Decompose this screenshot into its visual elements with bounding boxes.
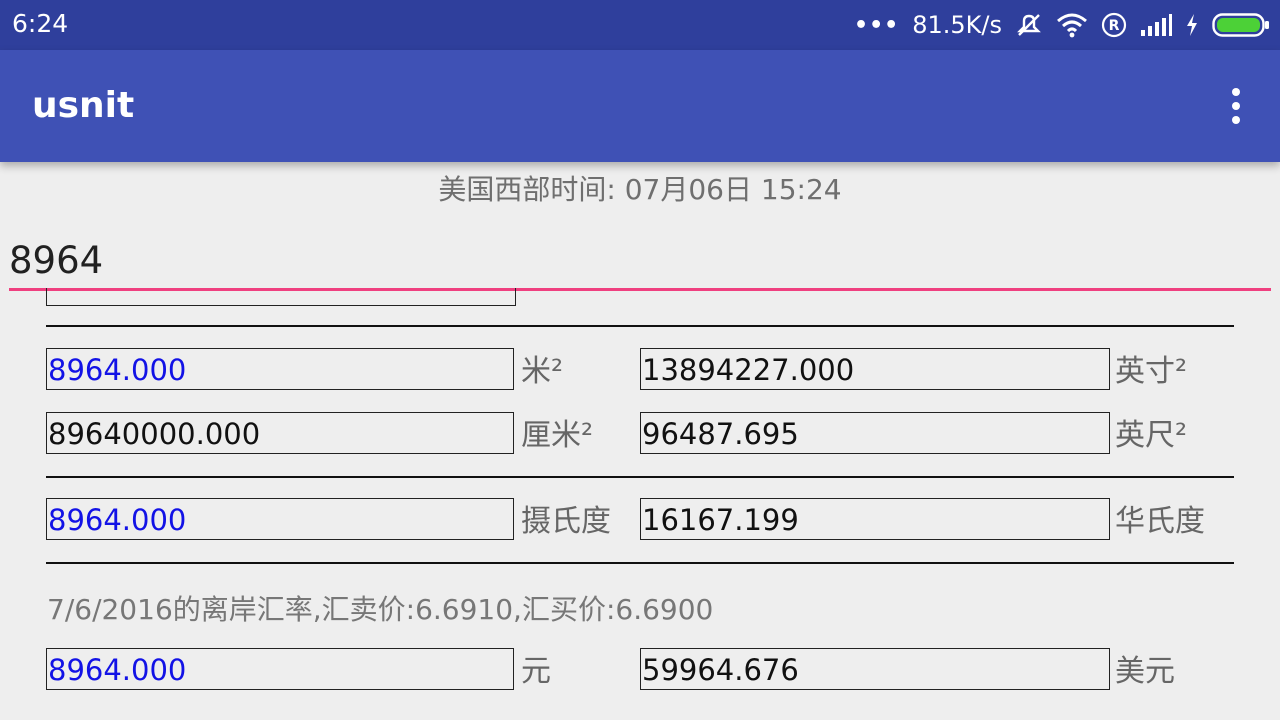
charging-icon [1185,13,1199,37]
area-square-centimeter-field[interactable]: 89640000.000 [46,412,514,454]
yuan-field[interactable]: 8964.000 [46,648,514,690]
overflow-menu-icon[interactable] [1228,88,1244,124]
area-square-foot-field[interactable]: 96487.695 [640,412,1110,454]
network-speed: 81.5K/s [912,11,1002,39]
wifi-icon [1056,12,1088,38]
unit-yuan: 元 [521,654,551,689]
unit-usd: 美元 [1115,654,1175,689]
battery-icon [1212,12,1270,38]
signal-icon [1140,13,1172,37]
unit-square-foot: 英尺² [1115,418,1188,453]
section-divider [46,562,1234,564]
celsius-field[interactable]: 8964.000 [46,498,514,540]
status-bar: 6:24 ••• 81.5K/s R [0,0,1280,50]
fahrenheit-field[interactable]: 16167.199 [640,498,1110,540]
unit-square-centimeter: 厘米² [521,418,594,453]
unit-square-meter: 米² [521,354,564,389]
usd-field[interactable]: 59964.676 [640,648,1110,690]
svg-text:R: R [1109,18,1120,34]
app-bar: usnit [0,50,1280,162]
more-dots-icon: ••• [854,12,900,38]
section-divider [46,476,1234,478]
unit-fahrenheit: 华氏度 [1115,504,1205,539]
area-square-inch-field[interactable]: 13894227.000 [640,348,1110,390]
area-square-meter-field[interactable]: 8964.000 [46,348,514,390]
app-title: usnit [32,85,135,126]
exchange-rate-label: 7/6/2016的离岸汇率,汇卖价:6.6910,汇买价:6.6900 [47,593,714,626]
unit-square-inch: 英寸² [1115,354,1188,389]
status-icons: ••• 81.5K/s R [854,8,1270,42]
mute-icon [1015,11,1043,39]
registered-icon: R [1101,12,1127,38]
status-time: 6:24 [12,9,69,38]
value-input[interactable] [9,232,1271,291]
clipped-field-bottom [46,288,516,306]
unit-celsius: 摄氏度 [521,504,611,539]
section-divider [46,325,1234,327]
timezone-clock-label: 美国西部时间: 07月06日 15:24 [438,173,842,206]
